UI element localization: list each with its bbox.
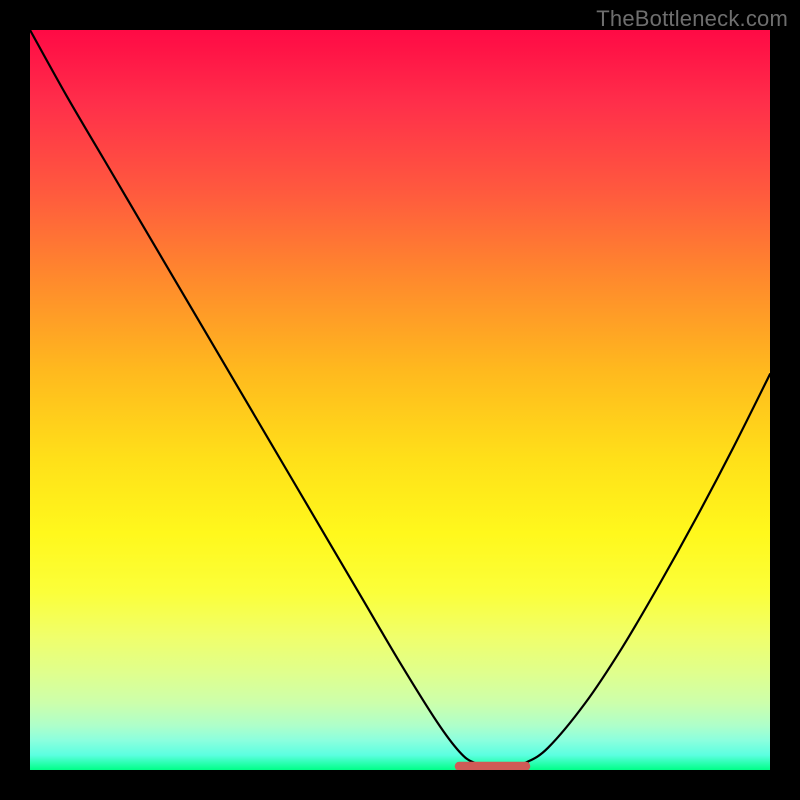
curve-layer <box>30 30 770 770</box>
watermark-text: TheBottleneck.com <box>596 6 788 32</box>
chart-container: TheBottleneck.com <box>0 0 800 800</box>
plot-area <box>30 30 770 770</box>
bottleneck-curve <box>30 30 770 767</box>
